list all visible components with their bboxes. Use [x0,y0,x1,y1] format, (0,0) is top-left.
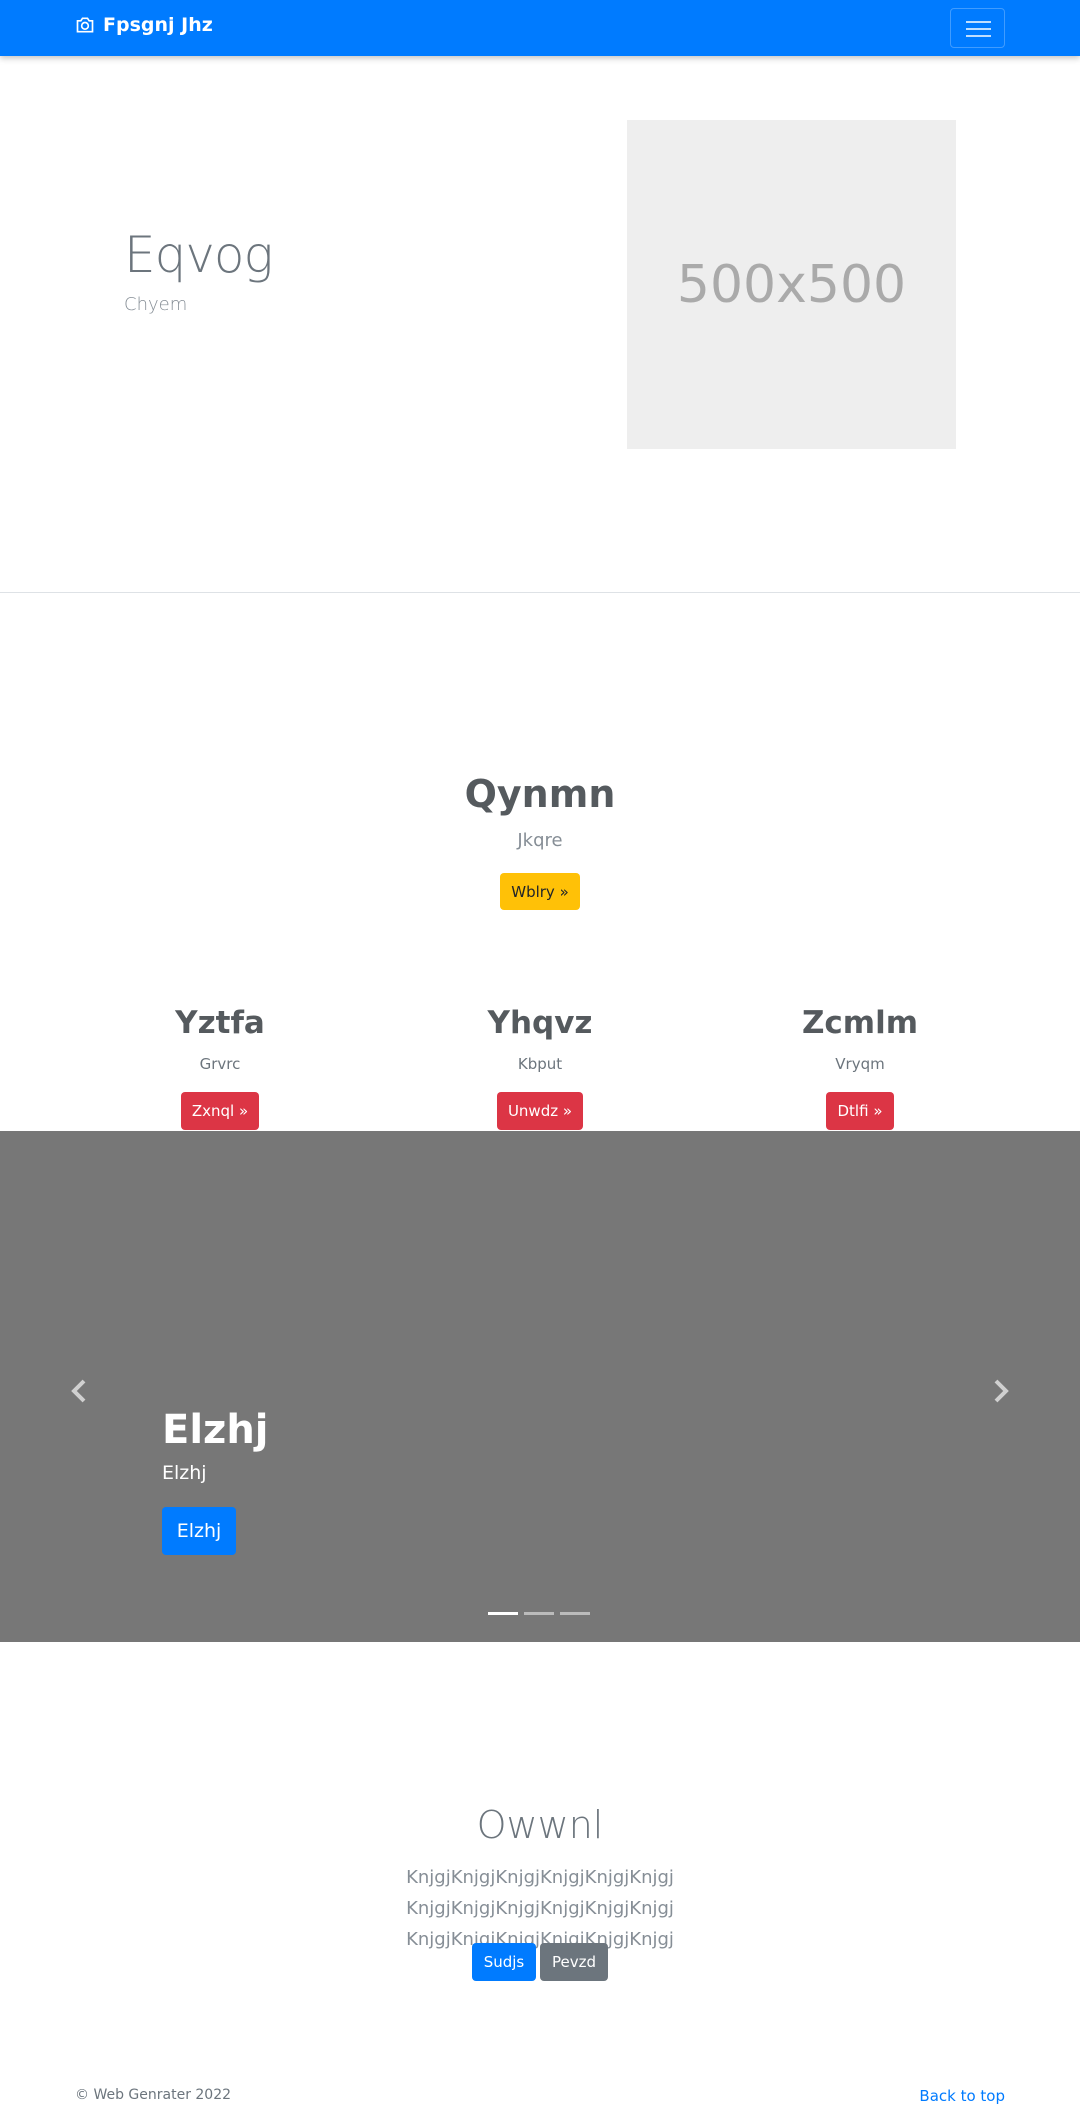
carousel-button[interactable]: Elzhj [162,1507,236,1555]
back-to-top-link[interactable]: Back to top [919,2087,1005,2105]
hamburger-icon [966,21,991,23]
column-title: Zcmlm [801,1005,919,1041]
column-subtitle: Vryqm [835,1055,885,1073]
carousel-indicators [488,1612,596,1615]
column-button[interactable]: Zxnql » [181,1092,259,1130]
carousel-title: Elzhj [162,1407,269,1453]
column-button[interactable]: Dtlfi » [826,1092,894,1130]
bottom-title: Owwnl [476,1803,604,1847]
feature-title: Qynmn [464,772,616,816]
brand-text: Fpsgnj Jhz [103,14,213,36]
primary-button[interactable]: Sudjs [472,1943,536,1981]
hero-title: Eqvog [124,226,274,284]
placeholder-text: 500x500 [676,254,907,315]
hamburger-icon [966,35,991,37]
bottom-text: KnjgjKnjgjKnjgjKnjgjKnjgjKnjgj KnjgjKnjg… [406,1867,674,1950]
column-subtitle: Kbput [517,1055,563,1073]
column-title: Yztfa [175,1005,265,1041]
column-subtitle: Grvrc [199,1055,241,1073]
carousel-indicator[interactable] [560,1612,590,1615]
carousel: Elzhj Elzhj Elzhj [0,1131,1080,1642]
navbar: Fpsgnj Jhz [0,0,1080,56]
chevron-right-icon[interactable] [980,1371,1020,1411]
camera-icon [76,17,94,33]
footer-copyright: © Web Genrater 2022 [75,2087,232,2103]
carousel-indicator[interactable] [488,1612,518,1615]
hero-image-placeholder: 500x500 [627,120,956,449]
chevron-left-icon[interactable] [60,1371,100,1411]
hero-subtitle: Chyem [124,294,188,315]
carousel-indicator[interactable] [524,1612,554,1615]
navbar-toggler-button[interactable] [950,8,1005,48]
hamburger-icon [966,28,991,30]
carousel-subtitle: Elzhj [162,1462,207,1484]
secondary-button[interactable]: Pevzd [540,1943,608,1981]
feature-subtitle: Jkqre [517,830,563,851]
brand-link[interactable]: Fpsgnj Jhz [75,14,213,36]
column-button[interactable]: Unwdz » [497,1092,583,1130]
column-title: Yhqvz [487,1005,593,1041]
section-divider [0,592,1080,593]
feature-button[interactable]: Wblry » [500,873,580,910]
